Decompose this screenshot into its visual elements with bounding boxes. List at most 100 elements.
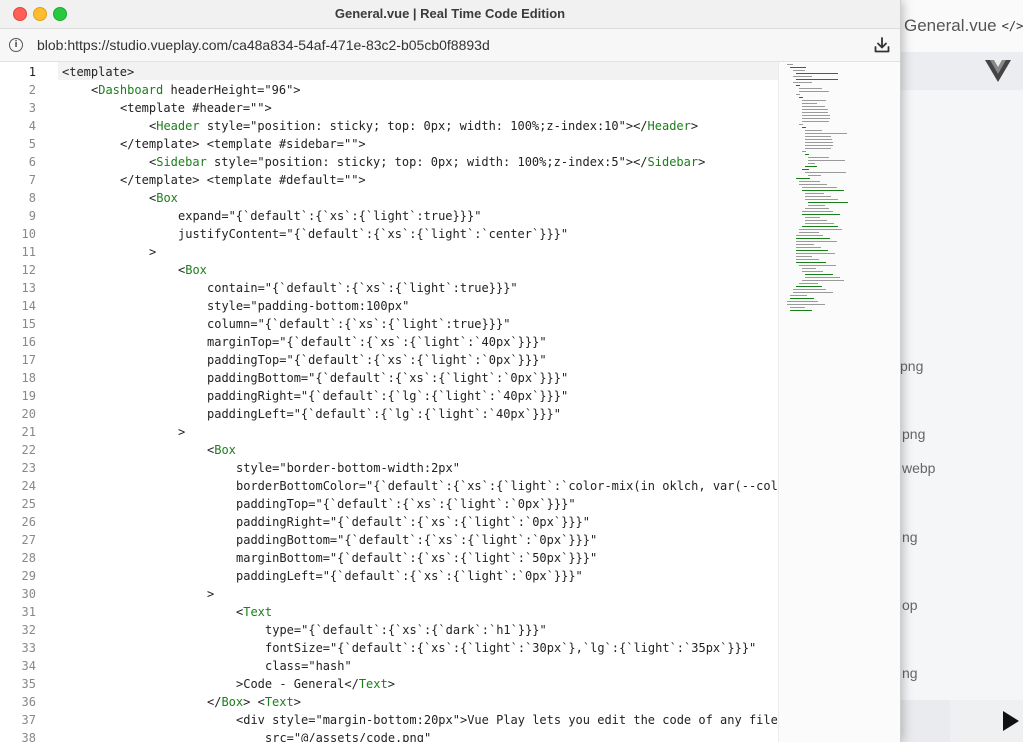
address-bar: i blob:https://studio.vueplay.com/ca48a8… xyxy=(0,29,900,62)
bg-file-item[interactable]: png xyxy=(900,358,923,374)
minimap-line xyxy=(793,289,826,290)
minimap-line xyxy=(802,121,829,122)
minimap-line xyxy=(796,253,835,254)
bg-file-item[interactable]: op xyxy=(902,597,918,613)
minimap-line xyxy=(790,298,814,299)
minimap-line xyxy=(805,145,833,146)
code-line: > xyxy=(207,585,214,603)
code-line: <Header style="position: sticky; top: 0p… xyxy=(149,117,698,135)
code-line: marginBottom="{`default`:{`xs`:{`light`:… xyxy=(236,549,597,567)
url-text[interactable]: blob:https://studio.vueplay.com/ca48a834… xyxy=(37,37,490,53)
code-tag-name: Text xyxy=(264,695,294,709)
minimap-line xyxy=(805,136,831,137)
code-text: style="position: sticky; top: 0px; width… xyxy=(206,155,648,169)
line-number: 34 xyxy=(21,659,36,673)
code-tag-name: Box xyxy=(221,695,244,709)
minimap-line xyxy=(805,217,820,218)
window-title: General.vue | Real Time Code Edition xyxy=(334,6,566,21)
line-number: 2 xyxy=(28,83,36,97)
code-line: paddingTop="{`default`:{`xs`:{`light`:`0… xyxy=(207,351,547,369)
minimap-line xyxy=(802,106,826,107)
minimap-line xyxy=(802,109,828,110)
code-tag-name: Text xyxy=(243,605,273,619)
code-line: paddingRight="{`default`:{`lg`:{`light`:… xyxy=(207,387,568,405)
minimap-line xyxy=(790,310,812,311)
minimap-line xyxy=(796,241,837,242)
minimap-line xyxy=(805,196,831,197)
line-number: 1 xyxy=(28,65,36,79)
minimap-line xyxy=(805,274,833,275)
minimap-line xyxy=(802,187,837,188)
code-text: >Code - General</ xyxy=(236,677,359,691)
line-number: 5 xyxy=(28,137,36,151)
minimap-line xyxy=(796,250,828,251)
line-number: 27 xyxy=(21,533,36,547)
minimap-line xyxy=(802,127,806,128)
code-icon[interactable]: </> xyxy=(1002,19,1023,33)
minimap-line xyxy=(799,283,818,284)
code-text: template> xyxy=(69,65,135,79)
code-tag-name: Header xyxy=(156,119,200,133)
minimap-line xyxy=(802,214,840,215)
line-number: 3 xyxy=(28,101,36,115)
minimap-line xyxy=(805,139,832,140)
code-line: <Box xyxy=(178,261,207,279)
line-number: 10 xyxy=(21,227,36,241)
code-text: column="{`default`:{`xs`:{`light`:true}}… xyxy=(207,317,511,331)
code-line: style="padding-bottom:100px" xyxy=(207,297,409,315)
code-line: <template #header=""> xyxy=(120,99,272,117)
bg-file-item[interactable]: webp xyxy=(902,460,935,476)
bg-app-header: General.vue </> xyxy=(900,0,1023,53)
minimap-line xyxy=(793,76,812,77)
minimap-line xyxy=(802,115,830,116)
minimap-line xyxy=(805,220,827,221)
code-line: src="@/assets/code.png" xyxy=(265,729,431,742)
minimap-line xyxy=(787,304,825,305)
minimap-line xyxy=(799,181,820,182)
minimap-line xyxy=(793,70,805,71)
line-number: 12 xyxy=(21,263,36,277)
code-line: paddingBottom="{`default`:{`xs`:{`light`… xyxy=(236,531,597,549)
bg-file-item[interactable]: ng xyxy=(902,665,918,681)
minimap-line xyxy=(802,112,828,113)
minimap[interactable] xyxy=(778,62,900,742)
minimap-line xyxy=(805,223,834,224)
line-number: 18 xyxy=(21,371,36,385)
code-editor[interactable]: 1 2 3 4 5 6 7 8 9 10 11 12 13 14 15 16 17 18 19 20 21 22 23 24 2… xyxy=(0,62,900,742)
code-line: > xyxy=(178,423,185,441)
minimap-line xyxy=(808,202,848,203)
code-line: fontSize="{`default`:{`xs`:{`light`:`30p… xyxy=(265,639,756,657)
minimap-line xyxy=(796,238,830,239)
line-number: 22 xyxy=(21,443,36,457)
line-number: 19 xyxy=(21,389,36,403)
code-text: paddingLeft="{`default`:{`lg`:{`light`:`… xyxy=(207,407,562,421)
download-icon[interactable] xyxy=(873,36,891,54)
info-icon[interactable]: i xyxy=(9,38,23,52)
minimap-line xyxy=(796,79,839,80)
code-tag-name: Sidebar xyxy=(647,155,699,169)
play-icon[interactable] xyxy=(1003,711,1019,731)
code-text: > xyxy=(698,155,706,169)
code-line: paddingBottom="{`default`:{`xs`:{`light`… xyxy=(207,369,568,387)
code-text: type="{`default`:{`xs`:{`dark`:`h1`}}}" xyxy=(265,623,547,637)
code-area[interactable]: <template> <Dashboard headerHeight="96"> <… xyxy=(58,62,778,742)
minimap-line xyxy=(799,91,829,92)
minimap-line xyxy=(796,178,810,179)
bg-file-item[interactable]: ng xyxy=(902,529,918,545)
line-number: 21 xyxy=(21,425,36,439)
minimap-line xyxy=(799,232,819,233)
line-number: 16 xyxy=(21,335,36,349)
minimap-line xyxy=(808,160,846,161)
minimap-line xyxy=(802,151,806,152)
code-text: paddingTop="{`default`:{`xs`:{`light`:`0… xyxy=(236,497,576,511)
minimap-line xyxy=(802,169,810,170)
line-number: 25 xyxy=(21,497,36,511)
minimap-line xyxy=(802,280,844,281)
minimap-line xyxy=(799,265,836,266)
minimap-line xyxy=(802,211,833,212)
bg-file-item[interactable]: png xyxy=(902,426,925,442)
code-text: > xyxy=(207,587,215,601)
line-number: 38 xyxy=(21,731,36,742)
minimap-line xyxy=(802,103,818,104)
title-bar[interactable]: General.vue | Real Time Code Edition xyxy=(0,0,900,29)
